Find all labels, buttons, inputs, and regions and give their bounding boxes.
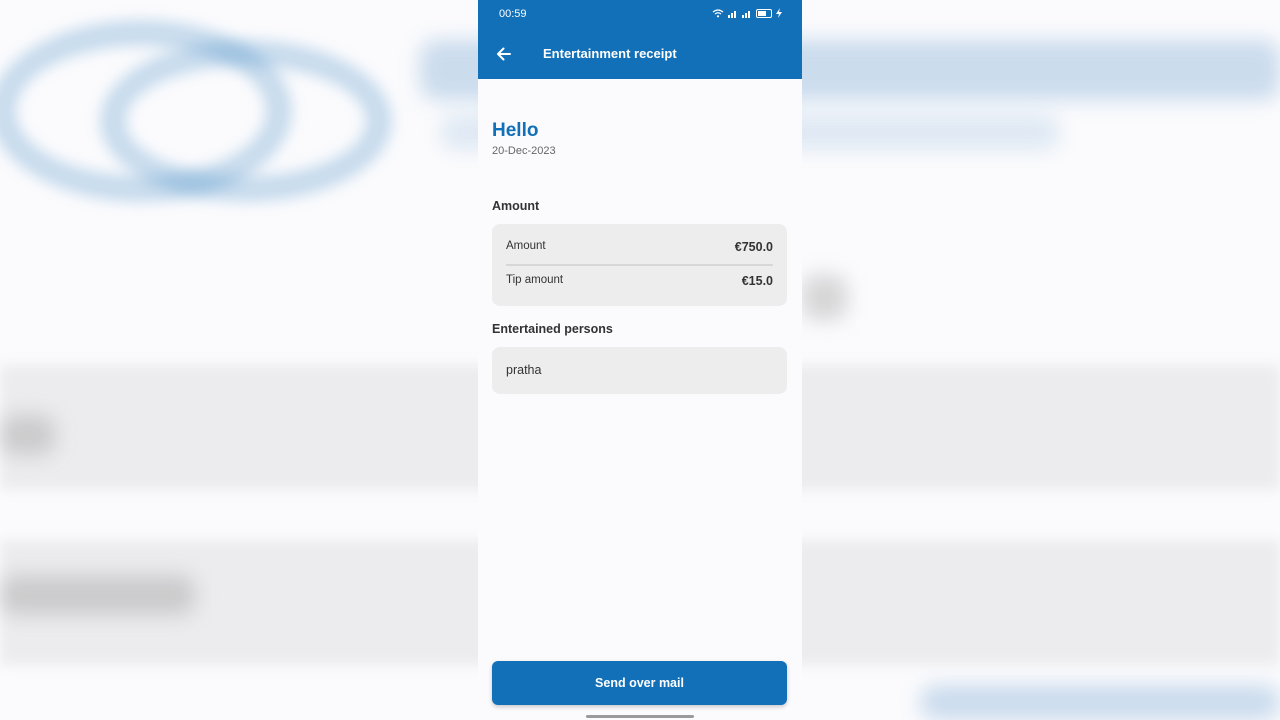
amount-section-label: Amount xyxy=(492,199,540,213)
blurred-icon-fragment xyxy=(802,275,847,320)
battery-icon xyxy=(756,8,772,18)
amount-card: Amount €750.0 Tip amount €15.0 xyxy=(492,224,787,306)
blurred-text-fragment xyxy=(0,415,55,455)
wifi-icon xyxy=(712,8,724,17)
amount-value: €750.0 xyxy=(734,240,773,254)
arrow-left-icon xyxy=(497,47,511,61)
home-indicator[interactable] xyxy=(586,715,694,718)
app-bar: 00:59 Entertainment receipt xyxy=(478,0,802,79)
signal-icon xyxy=(742,10,750,18)
tip-amount-value: €15.0 xyxy=(741,274,773,288)
tip-amount-label: Tip amount xyxy=(506,274,564,286)
signal-icon xyxy=(728,10,736,18)
amount-label: Amount xyxy=(506,240,546,252)
status-icons xyxy=(712,8,782,18)
receipt-date: 20-Dec-2023 xyxy=(492,145,556,157)
persons-section-label: Entertained persons xyxy=(492,322,613,336)
page-title: Entertainment receipt xyxy=(543,46,677,61)
blurred-text-fragment xyxy=(0,575,195,615)
tip-amount-row: Tip amount €15.0 xyxy=(506,274,773,288)
blurred-footer-text xyxy=(920,685,1280,720)
send-over-mail-button[interactable]: Send over mail xyxy=(492,661,787,705)
status-time: 00:59 xyxy=(499,8,527,20)
charging-icon xyxy=(776,8,782,18)
blurred-ring-right xyxy=(100,40,392,202)
amount-row: Amount €750.0 xyxy=(506,240,773,254)
persons-card: pratha xyxy=(492,347,787,394)
back-button[interactable] xyxy=(492,42,516,66)
phone-screen: 00:59 Entertainment receipt Hello 20-Dec… xyxy=(478,0,802,720)
greeting-heading: Hello xyxy=(492,120,539,141)
divider xyxy=(506,264,773,266)
person-name: pratha xyxy=(506,363,542,377)
